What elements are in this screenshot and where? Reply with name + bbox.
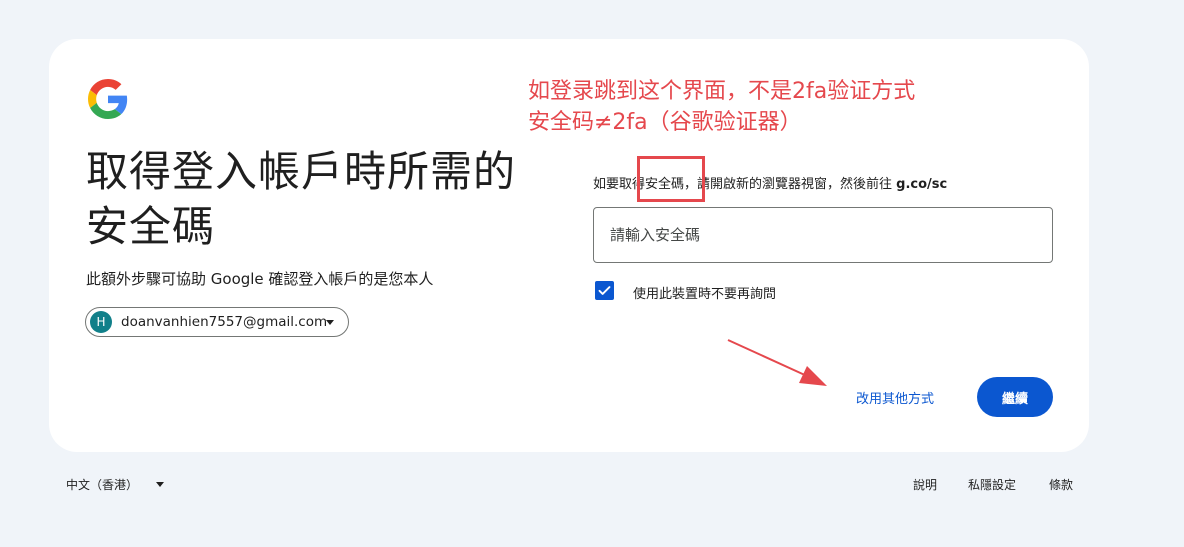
annotation-highlight-box: [637, 156, 705, 202]
next-button[interactable]: 繼續: [977, 377, 1053, 417]
checkmark-icon: [598, 286, 611, 295]
annotation-line-2: 安全码≠2fa（谷歌验证器）: [528, 110, 802, 135]
security-code-input[interactable]: [593, 207, 1053, 263]
account-email: doanvanhien7557@gmail.com: [121, 314, 328, 330]
caret-down-icon: [326, 320, 334, 325]
remember-device-label: 使用此裝置時不要再詢問: [633, 287, 777, 302]
page-title: 取得登入帳戶時所需的安全碼: [86, 147, 517, 251]
footer-privacy-link[interactable]: 私隱設定: [968, 476, 1016, 493]
account-chooser-chip[interactable]: H doanvanhien7557@gmail.com: [85, 307, 349, 337]
google-g-logo-icon: [88, 79, 128, 119]
avatar: H: [90, 311, 112, 333]
caret-down-icon: [156, 481, 165, 487]
footer-terms-link[interactable]: 條款: [1049, 476, 1073, 493]
remember-device-checkbox[interactable]: [595, 281, 614, 300]
annotation-arrow-icon: [727, 339, 827, 386]
page-subtitle: 此額外步驟可協助 Google 確認登入帳戶的是您本人: [86, 270, 434, 288]
instruction-url: g.co/sc: [896, 177, 948, 192]
annotation-line-1: 如登录跳到这个界面，不是2fa验证方式: [528, 79, 916, 104]
try-another-way-button[interactable]: 改用其他方式: [843, 378, 947, 416]
language-select[interactable]: 中文（香港）: [56, 470, 174, 498]
language-label: 中文（香港）: [66, 477, 139, 492]
footer-help-link[interactable]: 說明: [913, 476, 937, 493]
annotation-note: 如登录跳到这个界面，不是2fa验证方式 安全码≠2fa（谷歌验证器）: [528, 76, 915, 138]
